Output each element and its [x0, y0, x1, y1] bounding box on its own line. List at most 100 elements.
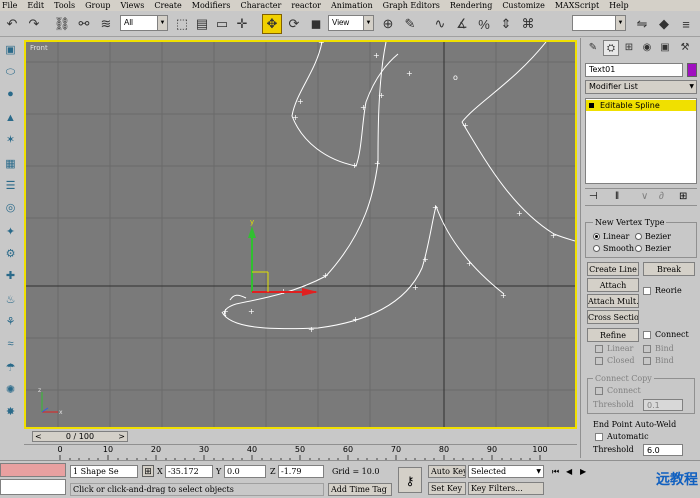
select-move-active-icon[interactable]: ✥ — [262, 14, 282, 34]
menu-maxscript[interactable]: MAXScript — [555, 1, 599, 11]
unlink-icon[interactable]: ⚯ — [74, 14, 94, 34]
connect-checkbox[interactable] — [643, 331, 651, 339]
create-helper-icon[interactable]: ✚ — [2, 268, 19, 285]
bezier-corner-radio[interactable] — [635, 245, 642, 252]
auto-key-button[interactable]: Auto Key — [428, 465, 466, 478]
set-key-button[interactable]: Set Key — [428, 482, 466, 495]
modify-tab-icon[interactable]: ⛭ — [603, 40, 619, 56]
menu-rendering[interactable]: Rendering — [450, 1, 492, 11]
create-tab-icon[interactable]: ✎ — [585, 40, 601, 56]
menu-create[interactable]: Create — [154, 1, 181, 11]
attach-button[interactable]: Attach — [587, 278, 639, 292]
create-tube-icon[interactable]: ◎ — [2, 200, 19, 217]
menu-animation[interactable]: Animation — [331, 1, 373, 11]
create-box-icon[interactable]: ▣ — [2, 42, 19, 59]
expand-icon[interactable] — [589, 103, 594, 108]
modifier-bend-icon[interactable]: ☂ — [2, 360, 19, 377]
motion-tab-icon[interactable]: ◉ — [639, 40, 655, 56]
utilities-tab-icon[interactable]: ⚒ — [677, 40, 693, 56]
stack-item-editable-spline[interactable]: Editable Spline — [586, 100, 696, 111]
spinner-snap-icon[interactable]: ⇕ — [496, 14, 516, 34]
menu-character[interactable]: Character — [240, 1, 281, 11]
pivot-center-icon[interactable]: ⊕ — [378, 14, 398, 34]
timeline-ruler[interactable]: 0 10 20 30 40 50 60 70 80 90 100 — [24, 444, 577, 461]
layer-manager-icon[interactable]: ≡ — [676, 14, 696, 34]
make-unique-icon[interactable]: ∨ — [641, 191, 648, 202]
create-cylinder-icon[interactable]: ⬭ — [2, 64, 19, 81]
mirror-icon[interactable]: ⇋ — [632, 14, 652, 34]
menu-views[interactable]: Views — [120, 1, 144, 11]
z-coord-field[interactable]: -1.79 — [278, 465, 324, 478]
menu-graph-editors[interactable]: Graph Editors — [383, 1, 440, 11]
create-line-button[interactable]: Create Line — [587, 262, 639, 276]
add-time-tag-button[interactable]: Add Time Tag — [328, 483, 392, 496]
modifier-taper-icon[interactable]: ✸ — [2, 404, 19, 421]
threshold-spinner[interactable]: 0.1 — [643, 399, 683, 411]
menu-reactor[interactable]: reactor — [291, 1, 321, 11]
rotate-icon[interactable]: ⟳ — [284, 14, 304, 34]
remove-modifier-icon[interactable]: ∂ — [659, 191, 664, 202]
display-tab-icon[interactable]: ▣ — [657, 40, 673, 56]
create-camera-icon[interactable]: ⚙ — [2, 246, 19, 263]
object-color-swatch[interactable] — [687, 63, 697, 77]
prev-key-icon[interactable]: ◀ — [566, 467, 572, 476]
menu-tools[interactable]: Tools — [54, 1, 75, 11]
menu-edit[interactable]: Edit — [27, 1, 44, 11]
y-coord-field[interactable]: 0.0 — [224, 465, 266, 478]
front-viewport[interactable]: Front + + + + + + + + + + + + + + + + + … — [24, 40, 577, 429]
undo-icon[interactable]: ↶ — [2, 14, 22, 34]
create-light-icon[interactable]: ✦ — [2, 224, 19, 241]
object-name-field[interactable]: Text01 — [585, 63, 683, 77]
prev-frame-icon[interactable]: < — [35, 432, 42, 441]
bind-space-warp-icon[interactable]: ≋ — [96, 14, 116, 34]
modifier-twist-icon[interactable]: ✺ — [2, 382, 19, 399]
pin-stack-icon[interactable]: ⊣ — [589, 191, 598, 202]
named-selection-dropdown[interactable]: ▼ — [572, 15, 626, 31]
menu-file[interactable]: File — [2, 1, 17, 11]
reference-coord-dropdown[interactable]: View ▼ — [328, 15, 374, 31]
space-warp-icon[interactable]: ♨ — [2, 292, 19, 309]
menu-customize[interactable]: Customize — [502, 1, 545, 11]
hierarchy-tab-icon[interactable]: ⊞ — [621, 40, 637, 56]
percent-snap-icon[interactable]: % — [474, 14, 494, 34]
attach-mult-button[interactable]: Attach Mult. — [587, 294, 639, 308]
reorient-checkbox[interactable] — [643, 287, 651, 295]
menu-help[interactable]: Help — [609, 1, 628, 11]
configure-modifier-sets-icon[interactable]: ⊞ — [679, 191, 687, 202]
create-pyramid-icon[interactable]: ▲ — [2, 110, 19, 127]
bezier-radio[interactable] — [635, 233, 642, 240]
key-mode-dropdown[interactable]: Selected ▼ — [468, 465, 544, 478]
selection-filter-dropdown[interactable]: All ▼ — [120, 15, 168, 31]
select-by-name-icon[interactable]: ▤ — [192, 14, 212, 34]
particles-icon[interactable]: ≈ — [2, 336, 19, 353]
systems-icon[interactable]: ⚘ — [2, 314, 19, 331]
create-sphere-icon[interactable]: ● — [2, 86, 19, 103]
menu-modifiers[interactable]: Modifiers — [192, 1, 231, 11]
smooth-radio[interactable] — [593, 245, 600, 252]
time-slider-thumb[interactable]: < 0 / 100 > — [32, 431, 128, 442]
weld-threshold-spinner[interactable]: 6.0 — [643, 444, 683, 456]
create-shapes-icon[interactable]: ☰ — [2, 178, 19, 195]
next-frame-icon[interactable]: > — [118, 432, 125, 441]
time-slider-track[interactable]: < 0 / 100 > — [24, 430, 577, 443]
redo-icon[interactable]: ↷ — [24, 14, 44, 34]
maxscript-mini-listener[interactable] — [0, 479, 66, 495]
select-link-icon[interactable]: ⛓ — [52, 14, 72, 34]
align-icon[interactable]: ◆ — [654, 14, 674, 34]
select-object-icon[interactable]: ⬚ — [172, 14, 192, 34]
snaps-toggle-icon[interactable]: ∿ — [430, 14, 450, 34]
select-move-icon[interactable]: ✛ — [232, 14, 252, 34]
refine-button[interactable]: Refine — [587, 328, 639, 342]
set-key-icon[interactable]: ⚷ — [398, 467, 422, 493]
selection-lock-icon[interactable]: ⊞ — [142, 465, 154, 477]
x-coord-field[interactable]: -35.172 — [165, 465, 213, 478]
connect-copy-checkbox[interactable] — [595, 387, 603, 395]
edit-named-selection-icon[interactable]: ⌘ — [518, 14, 538, 34]
play-icon[interactable]: ▶ — [580, 467, 586, 476]
modifier-list-dropdown[interactable]: Modifier List ▼ — [585, 80, 697, 94]
linear-checkbox[interactable] — [595, 345, 603, 353]
closed-checkbox[interactable] — [595, 357, 603, 365]
bind-last-checkbox[interactable] — [643, 357, 651, 365]
linear-radio[interactable] — [593, 233, 600, 240]
go-to-start-icon[interactable]: ⏮ — [552, 467, 559, 477]
